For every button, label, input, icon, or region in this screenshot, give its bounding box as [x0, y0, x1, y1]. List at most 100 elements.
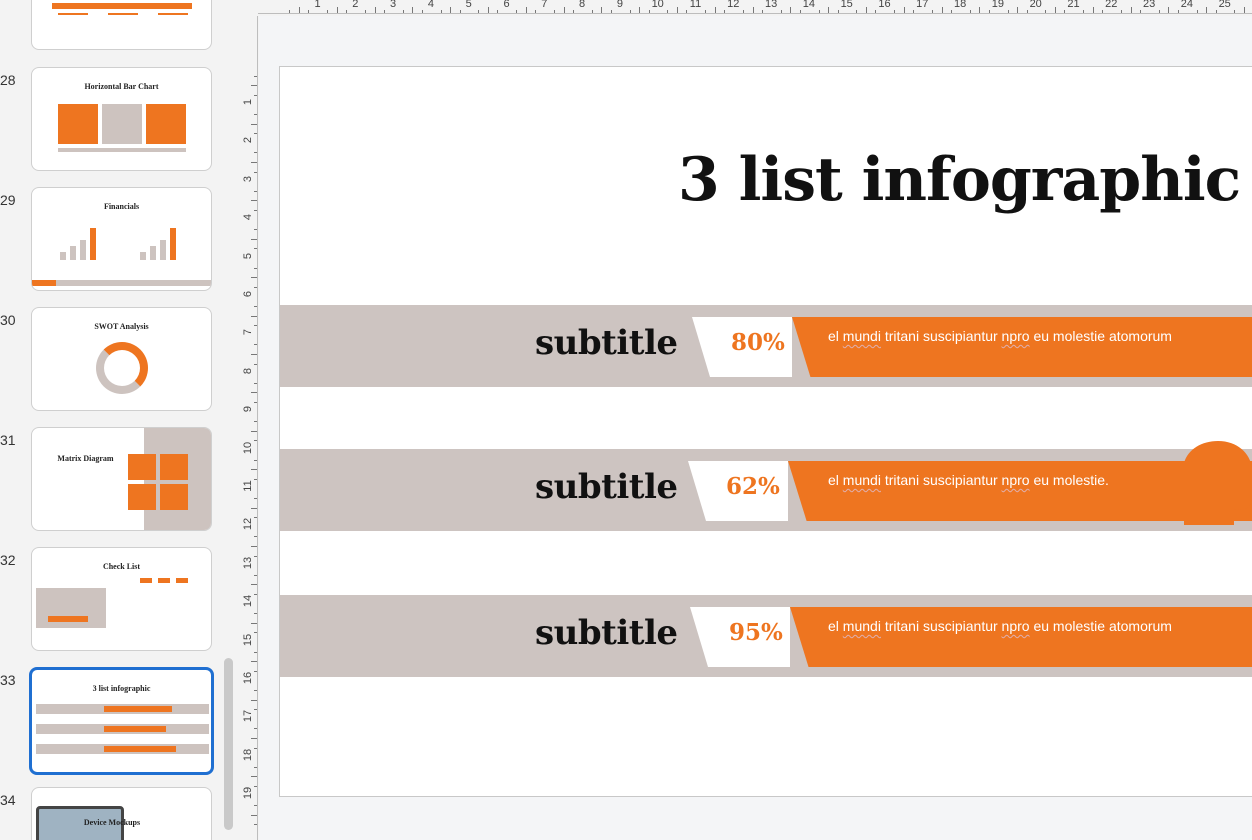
ruler-number: 12: [727, 0, 740, 10]
ruler-tick: [254, 690, 257, 691]
ruler-tick: [254, 498, 257, 499]
ruler-tick: [254, 517, 257, 519]
thumbnail-scrollbar[interactable]: [224, 658, 233, 830]
ruler-tick: [254, 440, 257, 442]
list-row-1[interactable]: subtitle 80% el mundi tritani suscipiant…: [280, 305, 1252, 387]
thumb-graphic: [146, 104, 186, 144]
ruler-number: 4: [242, 214, 254, 221]
ruler-number: 2: [242, 137, 254, 144]
row-percent[interactable]: 62%: [726, 473, 780, 500]
thumb-graphic: [52, 3, 192, 9]
thumb-graphic: [160, 484, 188, 510]
ruler-tick: [254, 421, 257, 423]
thumb-graphic: [58, 104, 98, 144]
slide-number: 33: [0, 672, 16, 688]
ruler-tick: [254, 133, 257, 135]
ruler-tick: [412, 7, 414, 13]
slide-title[interactable]: 3 list infographic: [678, 145, 1241, 215]
row-description[interactable]: el mundi tritani suscipiantur npro eu mo…: [828, 618, 1172, 634]
list-row-3[interactable]: subtitle 95% el mundi tritani suscipiant…: [280, 595, 1252, 677]
ruler-tick: [254, 574, 257, 576]
ruler-tick: [254, 267, 257, 269]
row-bar[interactable]: [790, 607, 1252, 667]
ruler-tick: [251, 622, 257, 624]
ruler-tick: [1196, 10, 1198, 13]
row-percent[interactable]: 80%: [731, 329, 785, 356]
row-description[interactable]: el mundi tritani suscipiantur npro eu mo…: [828, 328, 1172, 344]
list-row-2[interactable]: subtitle 62% el mundi tritani suscipiant…: [280, 441, 1252, 531]
thumb-graphic: [32, 280, 211, 286]
slide-canvas[interactable]: 3 list infographic subtitle 80% el mundi…: [279, 66, 1252, 797]
ruler-tick: [856, 10, 858, 13]
ruler-tick: [254, 766, 257, 768]
row-percent[interactable]: 95%: [729, 619, 783, 646]
ruler-number: 13: [242, 556, 254, 569]
ruler-tick: [251, 162, 257, 163]
ruler-tick: [979, 7, 981, 13]
ruler-tick: [336, 7, 338, 13]
row-subtitle[interactable]: subtitle: [535, 613, 678, 653]
ruler-tick: [251, 776, 257, 778]
ruler-tick: [865, 7, 867, 13]
ruler-tick: [1092, 7, 1094, 13]
slide-thumbnail-31[interactable]: Matrix Diagram: [31, 427, 212, 531]
row-subtitle[interactable]: subtitle: [535, 467, 678, 507]
slide-thumbnail-panel[interactable]: 28 Horizontal Bar Chart 29 Financials 30: [0, 0, 240, 840]
ruler-tick: [932, 10, 934, 13]
ruler-tick: [254, 75, 257, 77]
ruler-tick: [254, 728, 257, 730]
slide-number: 30: [0, 312, 16, 328]
ruler-tick: [402, 10, 404, 13]
slide-thumbnail-29[interactable]: Financials: [31, 187, 212, 291]
ruler-tick: [251, 661, 257, 663]
ruler-tick: [251, 430, 257, 432]
thumb-graphic: [108, 13, 138, 15]
ruler-tick: [254, 171, 257, 173]
slide-thumbnail-28[interactable]: Horizontal Bar Chart: [31, 67, 212, 171]
ruler-tick: [1243, 7, 1245, 13]
thumb-graphic: [90, 228, 96, 260]
thumb-title: Check List: [102, 562, 141, 571]
thumb-title: 3 list infographic: [92, 684, 151, 693]
ruler-number: 5: [242, 252, 254, 259]
ruler-tick: [254, 286, 257, 288]
ruler-number: 7: [541, 0, 548, 10]
slide-thumbnail-33-selected[interactable]: 3 list infographic: [29, 667, 214, 775]
ruler-tick: [1139, 10, 1141, 13]
ruler-tick: [828, 7, 830, 13]
ruler-tick: [251, 315, 257, 317]
ruler-tick: [254, 555, 257, 557]
ruler-number: 18: [953, 0, 967, 10]
ruler-tick: [251, 354, 257, 355]
ruler-tick: [254, 402, 257, 403]
ruler-number: 16: [878, 0, 891, 10]
ruler-tick: [988, 10, 990, 13]
ruler-number: 22: [1105, 0, 1118, 10]
slide-thumbnail-27[interactable]: [31, 0, 212, 50]
row-subtitle[interactable]: subtitle: [535, 323, 678, 363]
slide-thumbnail-30[interactable]: SWOT Analysis: [31, 307, 212, 411]
ruler-tick: [610, 10, 612, 13]
ruler-tick: [686, 10, 688, 13]
row-bar[interactable]: [792, 317, 1252, 377]
slide-number: 31: [0, 432, 16, 448]
thumb-graphic: [140, 578, 152, 583]
thumb-graphic: [96, 342, 148, 394]
ruler-tick: [251, 392, 257, 394]
thumb-graphic: [70, 246, 76, 260]
ruler-tick: [459, 10, 461, 13]
ruler-tick: [346, 10, 348, 13]
ruler-tick: [837, 10, 839, 13]
thumb-graphic: [170, 228, 176, 260]
ruler-number: 8: [242, 367, 254, 374]
ruler-number: 6: [242, 290, 254, 298]
thumb-graphic: [140, 252, 146, 260]
ruler-tick: [254, 670, 257, 672]
ruler-tick: [554, 10, 556, 13]
ruler-number: 9: [242, 406, 254, 413]
ruler-tick: [790, 7, 792, 13]
slide-thumbnail-32[interactable]: Check List: [31, 547, 212, 651]
row-description[interactable]: el mundi tritani suscipiantur npro eu mo…: [828, 472, 1109, 488]
ruler-tick: [251, 200, 257, 202]
slide-thumbnail-34[interactable]: Device Mockups: [31, 787, 212, 840]
